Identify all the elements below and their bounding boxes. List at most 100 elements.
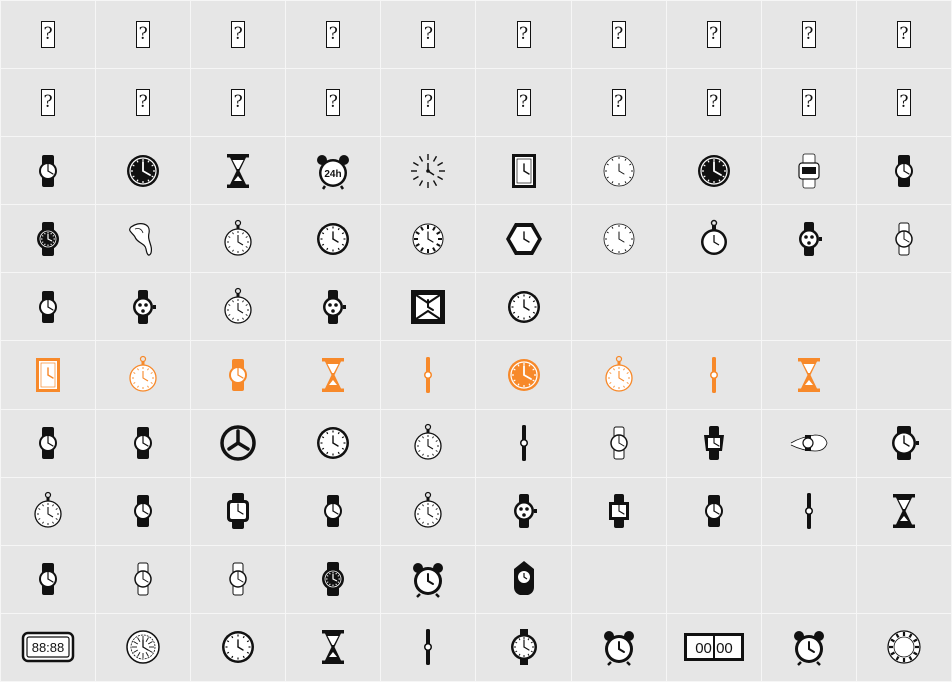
digital-clock-icon: 88:88 [21,632,75,663]
missing-glyph-icon: ? [706,21,721,49]
melting-clock-icon [129,222,153,256]
missing-glyph-icon: ? [421,21,436,49]
wristwatch-icon [704,495,723,528]
glyph-cell [571,205,666,273]
pocket-watch-outline-icon [604,355,633,392]
smartwatch-icon [227,493,250,530]
glyph-cell: ? [476,1,571,69]
round-clock-icon [507,359,540,392]
pocket-watch-outline-icon [224,287,252,324]
glyph-cell [856,613,951,681]
glyph-cell [1,137,96,205]
glyph-cell [381,409,476,477]
thin-watch-icon [424,629,433,666]
glyph-cell [1,545,96,613]
glyph-cell [286,341,381,409]
rectangular-clock-icon [511,153,536,188]
alarm-clock-icon [603,631,634,667]
glyph-cell [666,545,761,613]
hourglass-icon [227,153,250,188]
square-watch-icon [703,426,724,461]
glyph-cell [96,613,191,681]
missing-glyph-icon: ? [801,89,816,117]
glyph-cell [666,409,761,477]
glyph-cell: ? [476,69,571,137]
starburst-clock-icon [411,153,446,188]
outline-clock-icon [603,223,635,255]
round-clock-icon [127,154,160,187]
glyph-cell [666,477,761,545]
glyph-cell [761,613,856,681]
sport-watch-icon [37,221,60,256]
missing-glyph-icon: ? [136,89,151,117]
glyph-cell: ? [96,1,191,69]
wristwatch-outline-icon [895,222,913,256]
square-clock-icon [411,289,446,324]
pocket-watch-outline-icon [224,219,252,256]
missing-glyph-icon: ? [516,89,531,117]
wall-clock-icon [222,631,255,664]
hourglass-icon [322,630,345,665]
glyph-cell [191,477,286,545]
wristwatch-icon [39,563,58,596]
glyph-cell [761,409,856,477]
glyph-cell [1,205,96,273]
glyph-cell: ? [286,69,381,137]
glyph-cell [476,613,571,681]
glyph-cell [856,137,951,205]
pocket-watch-icon [700,219,727,255]
glyph-cell [761,545,856,613]
chronograph-watch-icon [513,494,537,529]
glyph-cell: ? [191,1,286,69]
pocket-watch-outline-icon [129,355,157,392]
glyph-cell [761,341,856,409]
glyph-cell [96,137,191,205]
field-watch-icon [891,426,919,461]
missing-glyph-icon: ? [231,89,246,117]
glyph-cell [286,409,381,477]
glyph-cell [381,341,476,409]
glyph-grid: ???????????????????? 24h 88:88 00:00 [0,0,952,682]
hourglass-icon [797,358,820,393]
chronograph-watch-icon [323,289,347,324]
alarm-24h-label: 24h [325,169,342,180]
sport-watch-icon [322,562,345,597]
glyph-cell: ? [761,69,856,137]
glyph-cell [286,477,381,545]
missing-glyph-icon: ? [896,89,911,117]
missing-glyph-icon: ? [421,89,436,117]
glyph-cell [191,341,286,409]
glyph-cell [286,545,381,613]
glyph-cell: ? [1,1,96,69]
glyph-cell [96,273,191,341]
missing-glyph-icon: ? [611,21,626,49]
glyph-cell: ? [1,69,96,137]
glyph-cell [381,273,476,341]
glyph-cell [666,137,761,205]
outline-clock-icon [603,155,635,187]
glyph-cell [381,545,476,613]
glyph-cell [476,273,571,341]
hexagon-clock-icon [505,222,542,255]
pocket-watch-outline-icon [414,424,443,460]
pocket-watch-outline-icon [34,492,62,528]
glyph-cell [571,613,666,681]
glyph-cell [476,545,571,613]
missing-glyph-icon: ? [231,21,246,49]
glyph-cell: ? [191,69,286,137]
flip-time-label: 00:00 [695,640,733,657]
alarm-clock-24h-icon: 24h [317,154,350,190]
glyph-cell [96,409,191,477]
thin-watch-icon [519,425,528,462]
glyph-cell [856,205,951,273]
glyph-cell: 88:88 [1,613,96,681]
glyph-cell [286,205,381,273]
glyph-cell: ? [666,1,761,69]
glyph-cell [666,273,761,341]
missing-glyph-icon: ? [801,21,816,49]
missing-glyph-icon: ? [896,21,911,49]
glyph-cell [1,409,96,477]
missing-glyph-icon: ? [41,89,56,117]
glyph-cell: ? [571,1,666,69]
glyph-cell [571,341,666,409]
